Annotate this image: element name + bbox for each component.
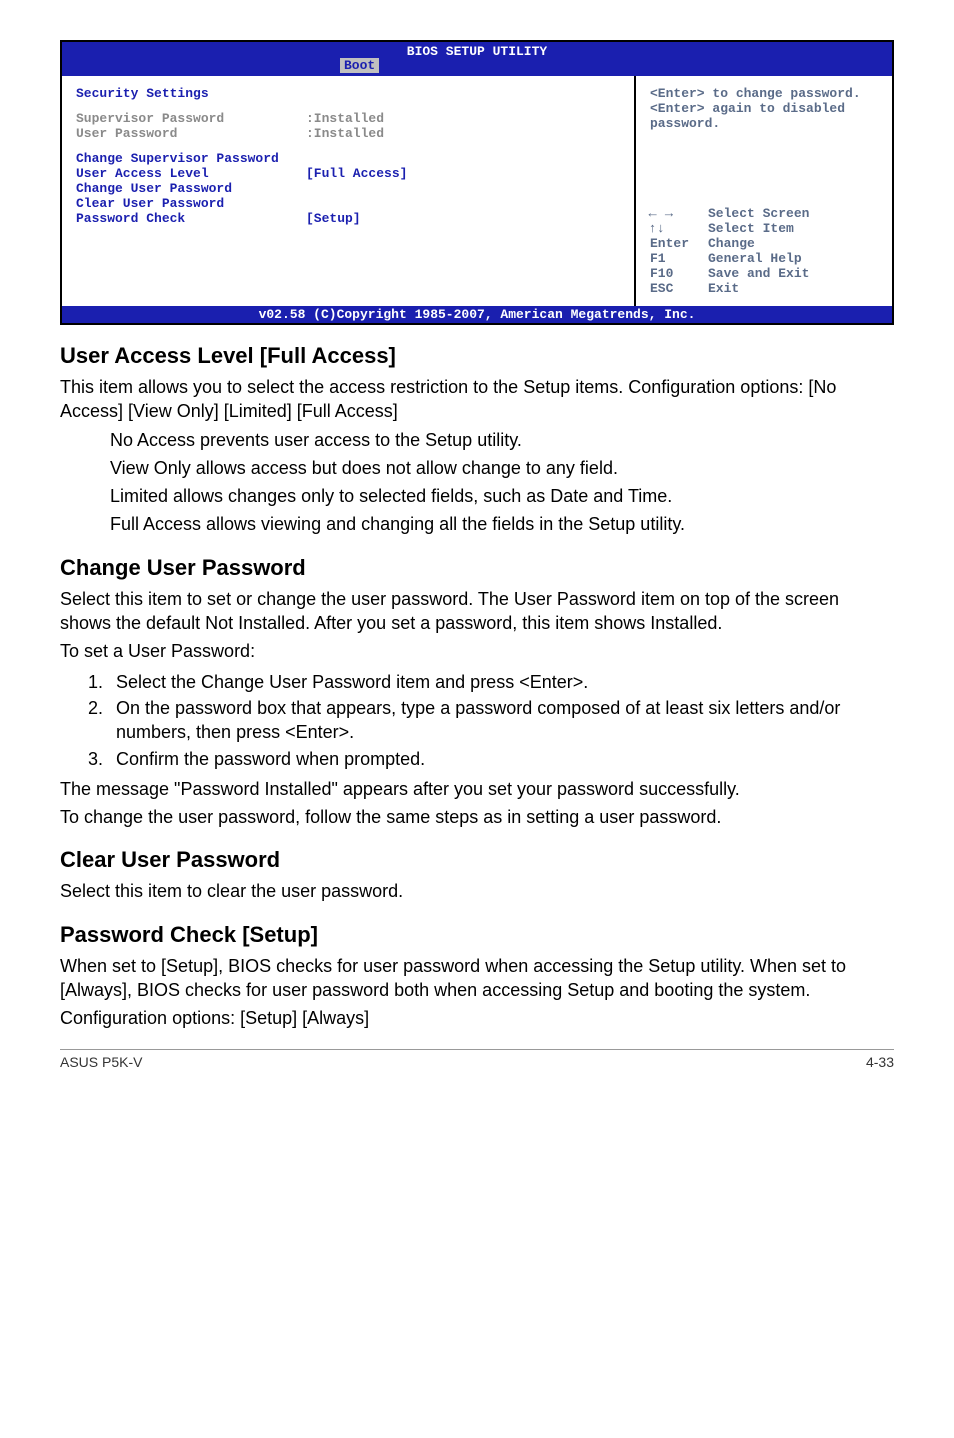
change-user-p2: To set a User Password: bbox=[60, 639, 894, 663]
footer-left: ASUS P5K-V bbox=[60, 1054, 142, 1070]
supervisor-password-label: Supervisor Password bbox=[76, 111, 306, 126]
help-line2: <Enter> again to disabled password. bbox=[650, 101, 882, 131]
nav-f1-label: General Help bbox=[708, 251, 802, 266]
change-user-p1: Select this item to set or change the us… bbox=[60, 587, 894, 636]
security-menu-block: Change Supervisor Password User Access L… bbox=[76, 151, 620, 226]
user-password-row: User Password :Installed bbox=[76, 126, 620, 141]
pw-check-p1: When set to [Setup], BIOS checks for use… bbox=[60, 954, 894, 1003]
password-check-value: [Setup] bbox=[306, 211, 361, 226]
supervisor-password-row: Supervisor Password :Installed bbox=[76, 111, 620, 126]
nav-enter: Enter Change bbox=[650, 236, 882, 251]
bios-tab-boot: Boot bbox=[340, 58, 379, 73]
pw-check-heading: Password Check [Setup] bbox=[60, 922, 894, 948]
change-user-step1: Select the Change User Password item and… bbox=[108, 670, 894, 694]
nav-f10-label: Save and Exit bbox=[708, 266, 809, 281]
arrows-ud-icon: ↑↓ bbox=[649, 221, 710, 236]
user-access-p1: This item allows you to select the acces… bbox=[60, 375, 894, 424]
bios-header: BIOS SETUP UTILITY Boot bbox=[62, 42, 892, 76]
nav-f1: F1 General Help bbox=[650, 251, 882, 266]
nav-f10: F10 Save and Exit bbox=[650, 266, 882, 281]
change-user-item: Change User Password bbox=[76, 181, 620, 196]
bios-body: Security Settings Supervisor Password :I… bbox=[62, 76, 892, 306]
nav-f1-key: F1 bbox=[650, 251, 708, 266]
password-status-block: Supervisor Password :Installed User Pass… bbox=[76, 111, 620, 141]
password-check-label: Password Check bbox=[76, 211, 306, 226]
change-user-heading: Change User Password bbox=[60, 555, 894, 581]
user-access-level-label: User Access Level bbox=[76, 166, 306, 181]
footer-right: 4-33 bbox=[866, 1054, 894, 1070]
user-password-value: :Installed bbox=[306, 126, 384, 141]
user-access-i2: View Only allows access but does not all… bbox=[60, 456, 894, 480]
bios-main-panel: Security Settings Supervisor Password :I… bbox=[62, 76, 636, 306]
change-user-p4: To change the user password, follow the … bbox=[60, 805, 894, 829]
document-page: BIOS SETUP UTILITY Boot Security Setting… bbox=[0, 0, 954, 1090]
nav-esc-label: Exit bbox=[708, 281, 739, 296]
change-user-step2: On the password box that appears, type a… bbox=[108, 696, 894, 745]
user-access-heading: User Access Level [Full Access] bbox=[60, 343, 894, 369]
clear-user-heading: Clear User Password bbox=[60, 847, 894, 873]
user-access-i1: No Access prevents user access to the Se… bbox=[60, 428, 894, 452]
arrows-lr-icon: ← → bbox=[649, 206, 710, 221]
user-access-level-item: User Access Level [Full Access] bbox=[76, 166, 620, 181]
nav-select-item-label: Select Item bbox=[708, 221, 794, 236]
nav-select-item: ↑↓ Select Item bbox=[650, 221, 882, 236]
change-supervisor-item: Change Supervisor Password bbox=[76, 151, 620, 166]
user-access-i3: Limited allows changes only to selected … bbox=[60, 484, 894, 508]
help-line1: <Enter> to change password. bbox=[650, 86, 882, 101]
clear-user-p1: Select this item to clear the user passw… bbox=[60, 879, 894, 903]
nav-keys-block: ← → Select Screen ↑↓ Select Item Enter C… bbox=[650, 206, 882, 296]
nav-select-screen: ← → Select Screen bbox=[650, 206, 882, 221]
nav-enter-label: Change bbox=[708, 236, 755, 251]
user-access-i4: Full Access allows viewing and changing … bbox=[60, 512, 894, 536]
bios-help-panel: <Enter> to change password. <Enter> agai… bbox=[636, 76, 892, 306]
page-footer: ASUS P5K-V 4-33 bbox=[60, 1049, 894, 1070]
change-user-steps: Select the Change User Password item and… bbox=[60, 670, 894, 771]
context-help-text: <Enter> to change password. <Enter> agai… bbox=[650, 86, 882, 131]
supervisor-password-value: :Installed bbox=[306, 111, 384, 126]
nav-esc-key: ESC bbox=[650, 281, 708, 296]
nav-esc: ESC Exit bbox=[650, 281, 882, 296]
change-user-p3: The message "Password Installed" appears… bbox=[60, 777, 894, 801]
security-heading: Security Settings bbox=[76, 86, 620, 101]
bios-title: BIOS SETUP UTILITY bbox=[66, 44, 888, 59]
nav-select-screen-label: Select Screen bbox=[708, 206, 809, 221]
user-password-label: User Password bbox=[76, 126, 306, 141]
pw-check-p2: Configuration options: [Setup] [Always] bbox=[60, 1006, 894, 1030]
nav-f10-key: F10 bbox=[650, 266, 708, 281]
clear-user-item: Clear User Password bbox=[76, 196, 620, 211]
bios-footer: v02.58 (C)Copyright 1985-2007, American … bbox=[62, 306, 892, 323]
nav-enter-key: Enter bbox=[650, 236, 708, 251]
password-check-item: Password Check [Setup] bbox=[76, 211, 620, 226]
bios-setup-screenshot: BIOS SETUP UTILITY Boot Security Setting… bbox=[60, 40, 894, 325]
user-access-level-value: [Full Access] bbox=[306, 166, 407, 181]
change-user-step3: Confirm the password when prompted. bbox=[108, 747, 894, 771]
